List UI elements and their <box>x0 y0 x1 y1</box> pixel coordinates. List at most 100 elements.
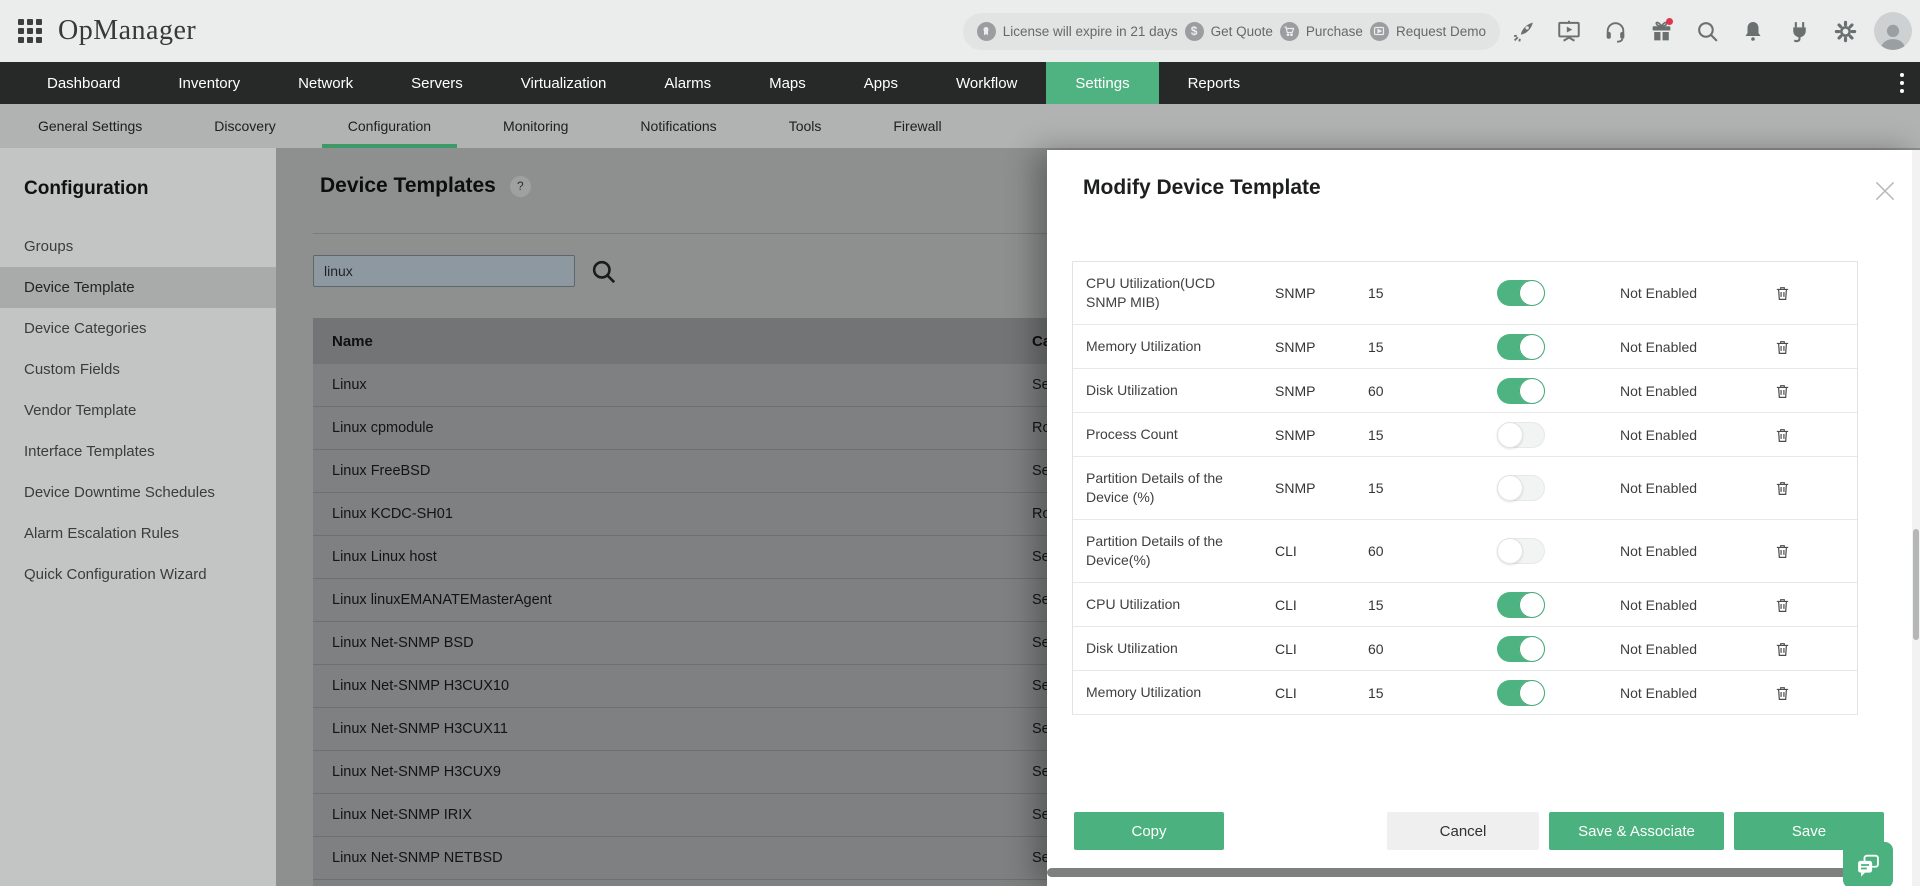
subnav-notifications[interactable]: Notifications <box>614 104 742 148</box>
nav-alarms[interactable]: Alarms <box>635 62 740 104</box>
horizontal-scrollbar[interactable] <box>1047 868 1877 877</box>
modal-close-icon[interactable] <box>1872 178 1898 204</box>
purchase-link[interactable]: Purchase <box>1306 24 1363 39</box>
nav-apps[interactable]: Apps <box>835 62 927 104</box>
device-template-row[interactable]: Linux Server <box>313 364 1103 407</box>
monitor-enabled-toggle[interactable] <box>1497 475 1545 501</box>
device-template-row[interactable]: Linux Net-SNMP IRIX Server <box>313 794 1103 837</box>
getting-started-rocket-icon[interactable] <box>1500 11 1546 51</box>
delete-monitor-icon[interactable] <box>1774 640 1857 658</box>
monitor-name: Process Count <box>1086 426 1178 442</box>
save-and-associate-button[interactable]: Save & Associate <box>1549 812 1724 850</box>
subnav-tools[interactable]: Tools <box>763 104 848 148</box>
help-badge[interactable]: ? <box>509 175 531 197</box>
subnav-monitoring[interactable]: Monitoring <box>477 104 594 148</box>
request-demo-link[interactable]: Request Demo <box>1396 24 1486 39</box>
sidebar-item-vendor-template[interactable]: Vendor Template <box>0 390 276 431</box>
nav-reports[interactable]: Reports <box>1159 62 1270 104</box>
global-search-icon[interactable] <box>1684 11 1730 51</box>
sidebar-item-alarm-escalation-rules[interactable]: Alarm Escalation Rules <box>0 513 276 554</box>
monitor-threshold-status: Not Enabled <box>1620 426 1698 443</box>
sidebar-item-device-categories[interactable]: Device Categories <box>0 308 276 349</box>
device-template-row[interactable]: Linux Net-SNMP BSD Server <box>313 622 1103 665</box>
nav-network[interactable]: Network <box>269 62 382 104</box>
monitor-interval: 15 <box>1368 480 1384 496</box>
settings-gear-icon[interactable] <box>1822 11 1868 51</box>
sidebar-item-device-template[interactable]: Device Template <box>0 267 276 308</box>
device-template-row[interactable]: Linux cpmodule Router <box>313 407 1103 450</box>
nav-servers[interactable]: Servers <box>382 62 492 104</box>
monitor-row: Memory Utilization SNMP 15 Not Enabled <box>1073 325 1857 369</box>
monitor-enabled-toggle[interactable] <box>1497 679 1545 706</box>
main-nav: Dashboard Inventory Network Servers Virt… <box>0 62 1920 104</box>
delete-monitor-icon[interactable] <box>1774 284 1857 302</box>
template-search-input[interactable] <box>313 255 575 287</box>
device-template-row[interactable]: Linux Net-SNMP H3CUX9 Server <box>313 751 1103 794</box>
monitor-interval: 60 <box>1368 640 1384 657</box>
sidebar-list: Groups Device Template Device Categories… <box>0 226 276 595</box>
alarms-bell-icon[interactable] <box>1730 11 1776 51</box>
template-name: Linux Net-SNMP H3CUX10 <box>332 678 510 694</box>
table-header-row: Name Category <box>313 318 1103 364</box>
whats-new-gift-icon[interactable] <box>1638 11 1684 51</box>
search-icon[interactable] <box>590 258 617 290</box>
delete-monitor-icon[interactable] <box>1774 338 1857 356</box>
monitor-enabled-toggle[interactable] <box>1497 280 1545 306</box>
support-headset-icon[interactable] <box>1592 11 1638 51</box>
device-template-table: Name Category Linux Server Linux cpmodul… <box>313 318 1103 886</box>
delete-monitor-icon[interactable] <box>1774 684 1857 702</box>
monitor-enabled-toggle[interactable] <box>1497 377 1545 404</box>
device-template-row[interactable]: Linux linuxEMANATEMasterAgent Server <box>313 579 1103 622</box>
monitor-row: Partition Details of the Device(%) CLI 6… <box>1073 520 1857 583</box>
nav-workflow[interactable]: Workflow <box>927 62 1046 104</box>
monitor-protocol: CLI <box>1275 640 1297 657</box>
sidebar-item-custom-fields[interactable]: Custom Fields <box>0 349 276 390</box>
monitor-enabled-toggle[interactable] <box>1497 591 1545 618</box>
subnav-firewall[interactable]: Firewall <box>867 104 967 148</box>
device-template-row[interactable]: Linux FreeBSD Server <box>313 450 1103 493</box>
device-template-row[interactable]: Linux Net-SNMP NETBSD Server <box>313 837 1103 880</box>
monitor-row: CPU Utilization CLI 15 Not Enabled <box>1073 583 1857 627</box>
nav-dashboard[interactable]: Dashboard <box>18 62 149 104</box>
get-quote-link[interactable]: Get Quote <box>1211 24 1273 39</box>
header-actions: License will expire in 21 days $ Get Quo… <box>962 0 1920 62</box>
sidebar-item-device-downtime-schedules[interactable]: Device Downtime Schedules <box>0 472 276 513</box>
delete-monitor-icon[interactable] <box>1774 479 1857 497</box>
delete-monitor-icon[interactable] <box>1774 382 1857 400</box>
nav-virtualization[interactable]: Virtualization <box>492 62 636 104</box>
vertical-scrollbar-thumb[interactable] <box>1913 529 1919 640</box>
monitor-enabled-toggle[interactable] <box>1497 421 1545 448</box>
nav-overflow-menu-icon[interactable] <box>1900 62 1904 104</box>
user-avatar[interactable] <box>1874 12 1912 50</box>
delete-monitor-icon[interactable] <box>1774 596 1857 614</box>
sidebar-item-interface-templates[interactable]: Interface Templates <box>0 431 276 472</box>
sidebar-item-quick-configuration-wizard[interactable]: Quick Configuration Wizard <box>0 554 276 595</box>
integrations-plug-icon[interactable] <box>1776 11 1822 51</box>
modify-device-template-modal: Modify Device Template CPU Utilization(U… <box>1047 150 1920 886</box>
copy-button[interactable]: Copy <box>1074 812 1224 850</box>
device-template-row[interactable]: Linux Linux host Server <box>313 536 1103 579</box>
monitor-enabled-toggle[interactable] <box>1497 538 1545 564</box>
delete-monitor-icon[interactable] <box>1774 542 1857 560</box>
vertical-scrollbar[interactable] <box>1912 150 1920 886</box>
modal-title: Modify Device Template <box>1083 176 1321 199</box>
subnav-general-settings[interactable]: General Settings <box>12 104 168 148</box>
monitor-enabled-toggle[interactable] <box>1497 333 1545 360</box>
nav-settings[interactable]: Settings <box>1046 62 1159 104</box>
monitor-enabled-toggle[interactable] <box>1497 635 1545 662</box>
device-template-row[interactable]: Linux Net-SNMP H3CUX10 Server <box>313 665 1103 708</box>
monitor-threshold-status: Not Enabled <box>1620 596 1698 613</box>
sidebar-item-groups[interactable]: Groups <box>0 226 276 267</box>
cancel-button[interactable]: Cancel <box>1387 812 1539 850</box>
subnav-discovery[interactable]: Discovery <box>188 104 301 148</box>
delete-monitor-icon[interactable] <box>1774 426 1857 444</box>
subnav-configuration[interactable]: Configuration <box>321 104 458 148</box>
monitor-protocol: CLI <box>1275 684 1297 701</box>
nav-maps[interactable]: Maps <box>740 62 835 104</box>
nav-inventory[interactable]: Inventory <box>149 62 269 104</box>
apps-grid-icon[interactable] <box>18 19 42 43</box>
device-template-row[interactable]: Linux Net-SNMP H3CUX11 Server <box>313 708 1103 751</box>
device-template-row[interactable]: Linux KCDC-SH01 Router <box>313 493 1103 536</box>
demo-presentation-icon[interactable] <box>1546 11 1592 51</box>
chat-support-button[interactable] <box>1843 842 1893 886</box>
